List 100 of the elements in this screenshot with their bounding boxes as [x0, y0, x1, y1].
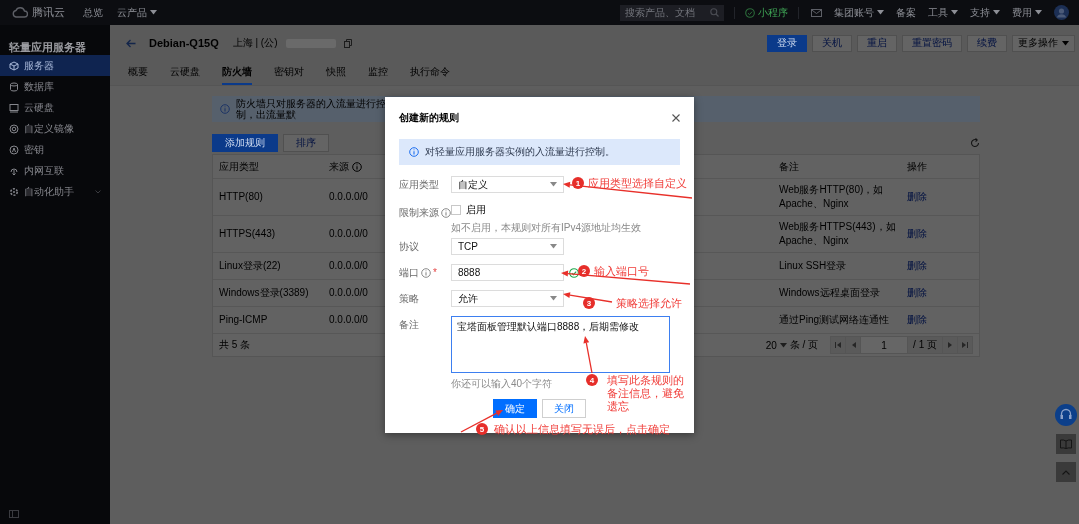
add-rule-button[interactable]: 添加规则 — [212, 134, 278, 152]
delete-link[interactable]: 删除 — [907, 227, 927, 241]
tab[interactable]: 执行命令 — [410, 61, 450, 85]
sidebar-item[interactable]: 内网互联 — [0, 160, 110, 181]
field-label: 备注 — [399, 317, 419, 332]
caret-icon — [550, 296, 557, 301]
tab[interactable]: 防火墙 — [222, 61, 252, 85]
cloud-logo-icon — [12, 7, 28, 18]
caret-icon — [1062, 40, 1069, 46]
support-headset-icon[interactable] — [1055, 404, 1077, 426]
table-cell-text: Windows远程桌面登录 — [779, 286, 881, 300]
sidebar-item[interactable]: 自定义镜像 — [0, 118, 110, 139]
table-cell-text: Web服务HTTPS(443)，如Apache、Nginx — [779, 220, 897, 248]
action-button[interactable]: 重置密码 — [902, 34, 962, 52]
action-button[interactable]: 登录 — [767, 34, 807, 52]
field-label: 应用类型 — [399, 177, 439, 192]
select-field[interactable]: 自定义 — [451, 176, 564, 193]
required-mark: * — [433, 267, 437, 278]
info-icon — [409, 147, 419, 157]
confirm-button[interactable]: 确定 — [493, 399, 537, 418]
nav-link[interactable]: 总览 — [83, 5, 103, 20]
nav-link[interactable]: 云产品 — [117, 5, 157, 20]
info-icon — [421, 267, 431, 278]
sidebar-item[interactable]: 服务器 — [0, 55, 110, 76]
close-icon[interactable] — [672, 114, 680, 122]
mini-program-link[interactable]: 小程序 — [745, 5, 788, 20]
book-icon[interactable] — [1060, 439, 1072, 449]
column-header: 备注 — [779, 159, 800, 174]
delete-link[interactable]: 删除 — [907, 259, 927, 273]
info-icon — [441, 207, 451, 218]
sidebar-title: 轻量应用服务器 — [8, 40, 87, 55]
more-actions-dropdown[interactable]: 更多操作 — [1012, 34, 1075, 52]
menu-link[interactable]: 集团账号 — [834, 5, 884, 20]
menu-link[interactable]: 支持 — [970, 5, 1000, 20]
caret-icon — [951, 10, 958, 15]
table-cell: 0.0.0.0/0 — [329, 286, 368, 300]
action-button[interactable]: 续费 — [967, 34, 1007, 52]
page-size-label: 条 / 页 — [789, 338, 819, 352]
sort-button[interactable]: 排序 — [283, 134, 329, 152]
action-button[interactable]: 关机 — [812, 34, 852, 52]
annotation-arrow — [583, 336, 593, 374]
caret-icon — [877, 10, 884, 15]
action-button[interactable]: 重启 — [857, 34, 897, 52]
delete-link[interactable]: 删除 — [907, 286, 927, 300]
remark-field[interactable]: 宝塔面板管理默认端口8888，后期需修改 — [451, 316, 670, 373]
menu-link[interactable]: 费用 — [1012, 5, 1042, 20]
page-number-field[interactable]: 1 — [861, 337, 909, 353]
character-count-hint: 你还可以输入40个字符 — [451, 377, 553, 391]
tab[interactable]: 密钥对 — [274, 61, 304, 85]
table-cell-text: 通过Ping测试网络连通性 — [779, 313, 890, 327]
delete-link[interactable]: 删除 — [907, 313, 927, 327]
notice-text: 防火墙只对服务器的入流量进行控制，出流量默 — [236, 98, 386, 120]
table-cell-text: Web服务HTTP(80)，如Apache、Nginx — [779, 183, 885, 211]
previous-page-icon[interactable] — [850, 342, 856, 348]
port-field[interactable]: 8888 — [451, 264, 564, 281]
caret-icon — [550, 182, 557, 187]
menu-link[interactable]: 备案 — [896, 5, 916, 20]
table-cell: Linux登录(22) — [219, 259, 281, 273]
tab[interactable]: 概要 — [128, 61, 148, 85]
check-circle-icon — [569, 267, 579, 278]
caret-icon — [550, 244, 557, 249]
tab[interactable]: 云硬盘 — [170, 61, 200, 85]
refresh-icon[interactable] — [970, 138, 980, 148]
logo-text[interactable]: 腾讯云 — [32, 5, 65, 20]
chevron-down-icon — [95, 189, 101, 194]
sidebar-item[interactable]: 密钥 — [0, 139, 110, 160]
copy-icon[interactable] — [343, 38, 352, 48]
sidebar-item[interactable]: 自动化助手 — [0, 181, 110, 202]
mini-program-icon — [745, 7, 755, 18]
caret-icon — [993, 10, 1000, 15]
chevron-up-icon[interactable] — [1062, 469, 1070, 475]
annotation-text: 应用类型选择自定义 — [588, 177, 687, 190]
mail-icon[interactable] — [811, 8, 822, 17]
menu-link[interactable]: 工具 — [928, 5, 958, 20]
collapse-icon[interactable] — [9, 510, 19, 518]
delete-link[interactable]: 删除 — [907, 190, 927, 204]
select-field[interactable]: TCP — [451, 238, 564, 255]
sidebar-item-icon — [9, 186, 19, 197]
search-icon[interactable] — [710, 8, 719, 17]
back-arrow-icon[interactable] — [126, 38, 136, 48]
caret-icon — [1035, 10, 1042, 15]
search-field[interactable]: 搜索产品、文档 — [620, 4, 724, 21]
total-count: 共 5 条 — [219, 338, 251, 352]
field-label: 端口 — [399, 265, 419, 280]
annotation-arrow — [563, 292, 613, 303]
close-button[interactable]: 关闭 — [542, 399, 586, 418]
next-page-icon[interactable] — [947, 342, 953, 348]
avatar-icon[interactable] — [1054, 5, 1069, 20]
checkbox[interactable] — [451, 205, 461, 215]
sidebar-item[interactable]: 数据库 — [0, 76, 110, 97]
select-field[interactable]: 允许 — [451, 290, 564, 307]
annotation-text: 输入端口号 — [594, 265, 649, 278]
first-page-icon[interactable] — [835, 342, 842, 348]
page-size-select[interactable]: 20 — [765, 339, 787, 351]
tab[interactable]: 快照 — [326, 61, 346, 85]
dialog-title: 创建新的规则 — [399, 111, 459, 125]
sidebar-item[interactable]: 云硬盘 — [0, 97, 110, 118]
checkbox-label[interactable]: 启用 — [466, 203, 486, 217]
last-page-icon[interactable] — [962, 342, 968, 348]
tab[interactable]: 监控 — [368, 61, 388, 85]
